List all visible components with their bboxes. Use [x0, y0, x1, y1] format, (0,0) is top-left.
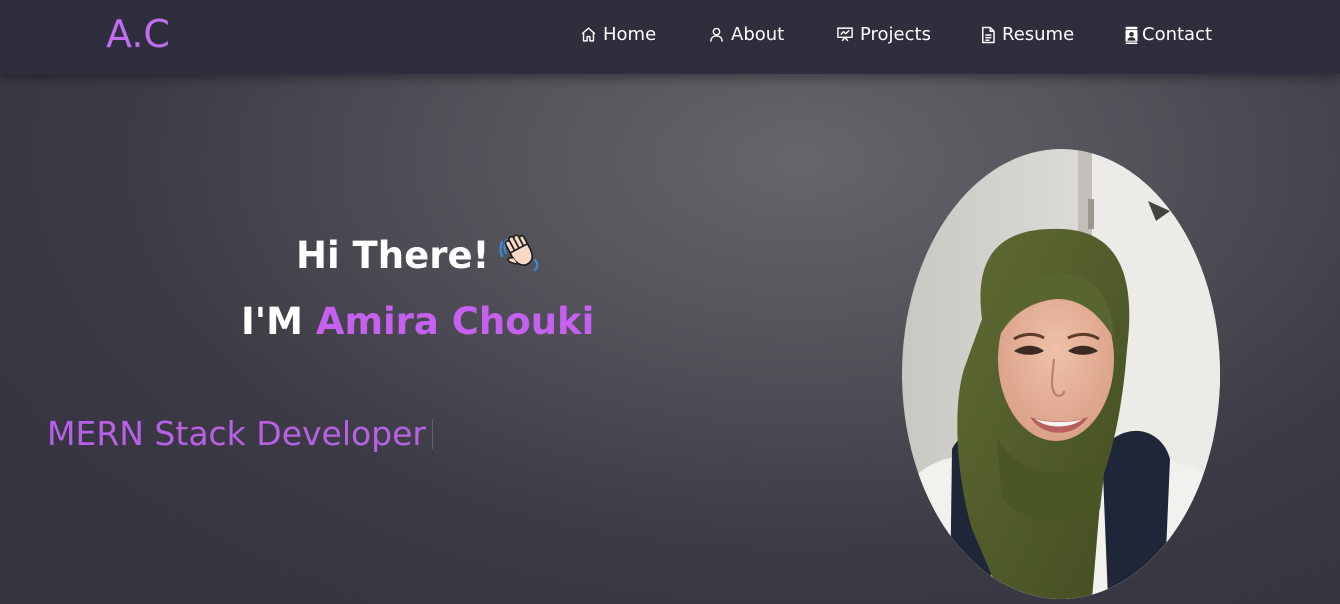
- presentation-icon: [837, 27, 853, 42]
- navbar: A.C Home About Projects Resume Contact: [0, 0, 1340, 74]
- typed-role: MERN Stack Developer: [47, 414, 434, 453]
- nav-label-about: About: [731, 24, 785, 45]
- role-text: MERN Stack Developer: [47, 414, 427, 453]
- developer-name: Amira Chouki: [315, 300, 595, 343]
- nav-label-resume: Resume: [1002, 24, 1075, 45]
- home-icon: [581, 27, 596, 42]
- waving-hand-icon: [499, 230, 543, 283]
- typing-cursor: [432, 419, 434, 449]
- nav-label-contact: Contact: [1142, 24, 1213, 45]
- nav-label-home: Home: [603, 24, 657, 45]
- hero-name-line: I'M Amira Chouki: [241, 300, 594, 343]
- contact-card-icon: [1125, 26, 1138, 44]
- document-icon: [982, 26, 995, 43]
- nav-item-contact[interactable]: Contact: [1123, 24, 1212, 45]
- profile-photo: [902, 149, 1220, 599]
- greeting-text: Hi There!: [296, 234, 490, 277]
- nav-item-about[interactable]: About: [708, 24, 784, 45]
- user-icon: [710, 27, 723, 42]
- nav-item-resume[interactable]: Resume: [980, 24, 1074, 45]
- nav-list: Home About Projects Resume Contact: [0, 0, 1340, 74]
- nav-item-projects[interactable]: Projects: [836, 24, 931, 45]
- hero-greeting: Hi There!: [296, 230, 543, 283]
- nav-item-home[interactable]: Home: [580, 24, 656, 45]
- intro-prefix: I'M: [241, 300, 303, 343]
- nav-label-projects: Projects: [860, 24, 931, 45]
